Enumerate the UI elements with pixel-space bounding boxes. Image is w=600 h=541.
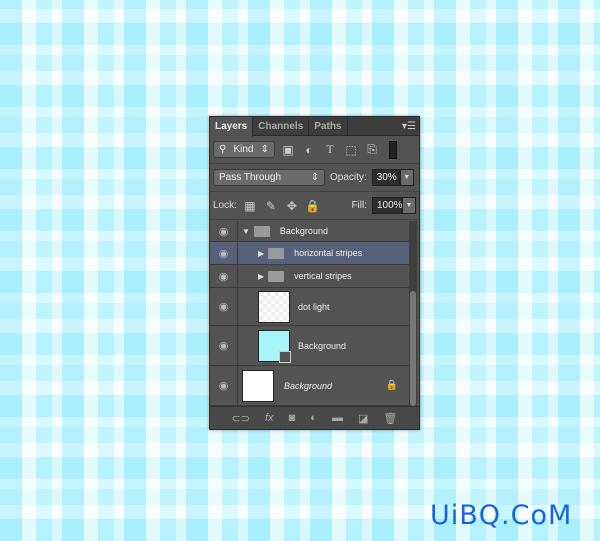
watermark: UiBQ.CoM [430, 500, 573, 531]
search-icon: ⚲ [219, 144, 227, 155]
trash-icon[interactable]: 🗑 [383, 412, 397, 425]
panel-bottom-bar: ⊂⊃ fx ◙ ◐ ▬ ◪ 🗑 [210, 406, 419, 429]
shape-icon [279, 350, 291, 363]
layer-name: vertical stripes [294, 271, 352, 281]
eye-icon[interactable]: ◉ [210, 265, 238, 287]
fill-dropdown[interactable]: ▼ [402, 197, 416, 214]
layers-list: ◉ ▼ Background ◉ ▶ horizontal stripes ◉ ▶ vert… [210, 221, 410, 406]
scrollbar-thumb[interactable] [410, 291, 416, 406]
lock-row: Lock: ▦ ✎ ✥ 🔒 Fill: 100% ▼ [210, 192, 419, 220]
layer-name: Background [279, 226, 328, 236]
fx-icon[interactable]: fx [265, 412, 274, 424]
layer-name: horizontal stripes [294, 248, 363, 258]
opacity-value[interactable]: 30% [371, 169, 400, 186]
adjustment-filter-icon[interactable]: ◐ [301, 143, 317, 157]
layer-background-locked[interactable]: ◉ Background 🔒 [210, 366, 410, 406]
scrollbar[interactable] [409, 221, 417, 406]
layer-thumbnail [242, 369, 274, 402]
blend-row: Pass Through ⇕ Opacity: 30% ▼ [210, 164, 419, 192]
folder-icon [268, 247, 285, 259]
opacity-field[interactable]: 30% ▼ [371, 169, 414, 186]
layers-panel: Layers Channels Paths ▾☰ ⚲ Kind ⇕ ▣ ◐ T ⬚ … [209, 116, 420, 430]
filter-toggle[interactable] [389, 140, 397, 159]
opacity-dropdown[interactable]: ▼ [399, 169, 414, 186]
updown-icon: ⇕ [310, 172, 319, 183]
layer-group-horizontal-stripes[interactable]: ◉ ▶ horizontal stripes [210, 242, 410, 265]
lock-pixels-icon[interactable]: ✎ [263, 199, 279, 213]
blend-mode-select[interactable]: Pass Through ⇕ [213, 169, 325, 186]
mask-icon[interactable]: ◙ [289, 412, 296, 424]
new-layer-icon[interactable]: ◪ [358, 412, 368, 425]
panel-menu-icon[interactable]: ▾☰ [402, 121, 416, 132]
eye-icon[interactable]: ◉ [210, 288, 238, 325]
layer-thumbnail [258, 329, 291, 363]
layer-thumbnail [258, 290, 290, 323]
tab-channels[interactable]: Channels [253, 117, 310, 135]
filter-value: Kind [233, 144, 254, 155]
tab-paths[interactable]: Paths [309, 117, 348, 135]
fill-value[interactable]: 100% [372, 197, 403, 214]
updown-icon: ⇕ [260, 144, 269, 155]
blend-mode-value: Pass Through [219, 172, 282, 183]
adjustment-icon[interactable]: ◐ [310, 412, 317, 424]
folder-icon [253, 225, 270, 237]
filter-kind-select[interactable]: ⚲ Kind ⇕ [213, 141, 275, 158]
triangle-down-icon[interactable]: ▼ [242, 227, 250, 236]
panel-tabs: Layers Channels Paths ▾☰ [210, 117, 419, 137]
folder-icon [268, 270, 285, 282]
type-filter-icon[interactable]: T [322, 142, 338, 157]
layer-group-background[interactable]: ◉ ▼ Background [210, 221, 410, 242]
fill-field[interactable]: 100% ▼ [372, 197, 416, 214]
triangle-right-icon[interactable]: ▶ [258, 272, 264, 281]
smartobject-filter-icon[interactable]: ⎘ [364, 142, 380, 157]
new-group-icon[interactable]: ▬ [332, 412, 343, 424]
layer-dot-light[interactable]: ◉ dot light [210, 288, 410, 326]
pixel-filter-icon[interactable]: ▣ [280, 143, 296, 157]
lock-label: Lock: [213, 200, 237, 211]
layer-name: Background [284, 380, 333, 391]
triangle-right-icon[interactable]: ▶ [258, 249, 264, 258]
layer-name: dot light [298, 301, 330, 312]
layer-name: Background [298, 340, 347, 351]
eye-icon[interactable]: ◉ [210, 366, 238, 405]
tab-layers[interactable]: Layers [210, 117, 254, 137]
layer-group-vertical-stripes[interactable]: ◉ ▶ vertical stripes [210, 265, 410, 288]
lock-transparent-icon[interactable]: ▦ [242, 199, 258, 213]
fill-label: Fill: [351, 200, 367, 211]
lock-position-icon[interactable]: ✥ [284, 199, 300, 213]
link-icon[interactable]: ⊂⊃ [232, 412, 250, 425]
eye-icon[interactable]: ◉ [210, 242, 238, 264]
eye-icon[interactable]: ◉ [210, 326, 238, 365]
filter-row: ⚲ Kind ⇕ ▣ ◐ T ⬚ ⎘ [210, 136, 419, 164]
lock-all-icon[interactable]: 🔒 [305, 199, 321, 213]
opacity-label: Opacity: [330, 172, 367, 183]
eye-icon[interactable]: ◉ [210, 221, 238, 241]
shape-filter-icon[interactable]: ⬚ [343, 143, 359, 157]
lock-icon: 🔒 [385, 380, 398, 391]
layer-shape-background[interactable]: ◉ Background [210, 326, 410, 366]
